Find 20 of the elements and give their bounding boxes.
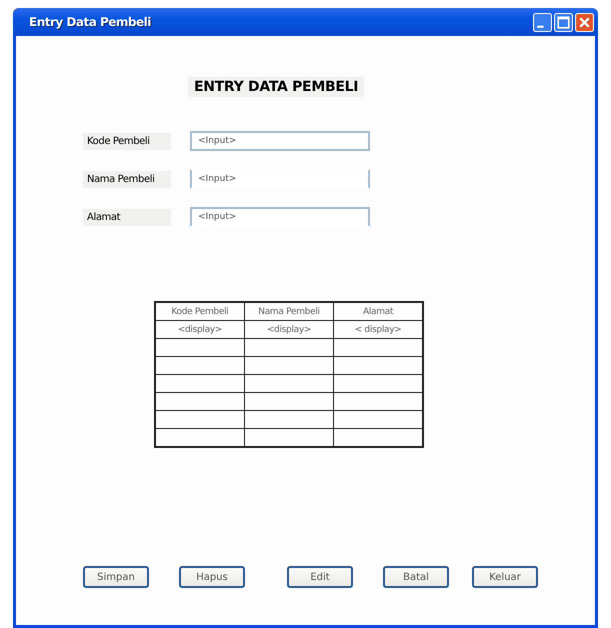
column-header: Nama Pembeli (244, 302, 334, 320)
maximize-icon[interactable] (554, 12, 573, 32)
field-label: Kode Pembeli (83, 132, 171, 150)
field-label: Alamat (83, 208, 171, 226)
window-title: Entry Data Pembeli (29, 15, 151, 29)
action-button[interactable]: Keluar (472, 566, 538, 588)
action-button[interactable]: Hapus (179, 566, 245, 588)
action-button[interactable]: Edit (287, 566, 353, 588)
table-cell: <display> (155, 320, 244, 338)
input-field[interactable]: <Input> (190, 207, 370, 227)
input-field[interactable]: <Input> (190, 131, 370, 151)
input-field[interactable]: <Input> (190, 169, 370, 189)
field-label: Nama Pembeli (83, 170, 171, 188)
close-icon[interactable] (575, 12, 594, 32)
action-button[interactable]: Simpan (83, 566, 149, 588)
form-heading: ENTRY DATA PEMBELI (188, 77, 364, 97)
table-cell: <display> (244, 320, 334, 338)
minimize-icon[interactable] (533, 12, 552, 32)
column-header: Kode Pembeli (155, 302, 244, 320)
action-button[interactable]: Batal (383, 566, 449, 588)
